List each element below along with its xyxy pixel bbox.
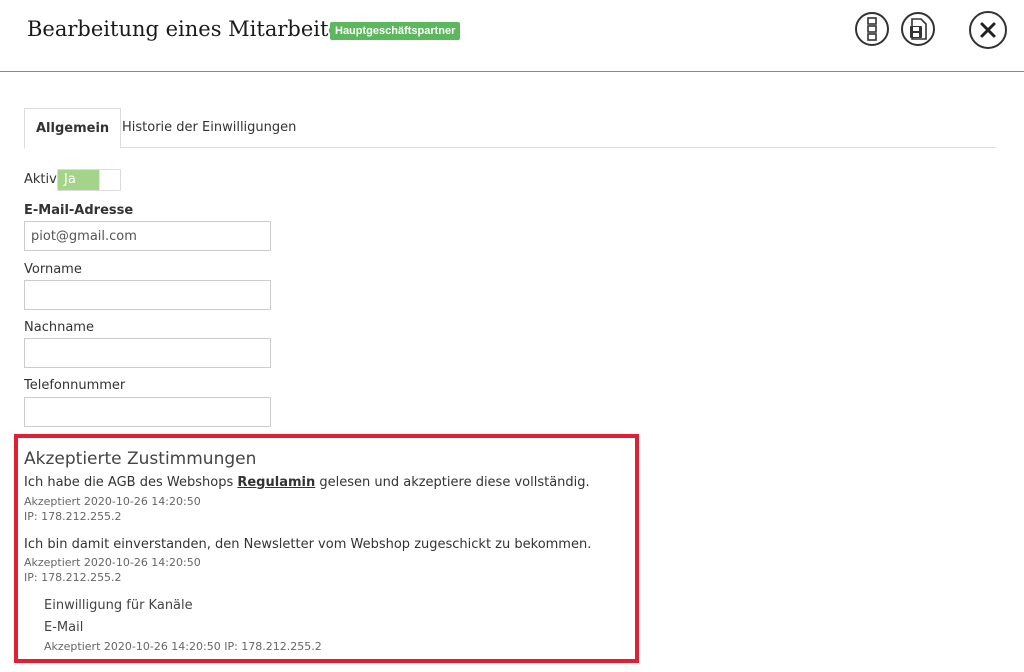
consent-terms-ip: IP: 178.212.255.2: [24, 510, 122, 523]
lastname-label: Nachname: [24, 320, 94, 335]
save-button[interactable]: [901, 12, 935, 46]
email-field[interactable]: [24, 221, 271, 251]
consent-terms-text-before: Ich habe die AGB des Webshops: [24, 475, 238, 490]
page-title: Bearbeitung eines Mitarbeiters: [27, 17, 362, 41]
firstname-label: Vorname: [24, 262, 82, 277]
consent-newsletter-accepted: Akzeptiert 2020-10-26 14:20:50: [24, 556, 201, 569]
phone-label: Telefonnummer: [24, 378, 126, 393]
save-icon: [910, 18, 927, 40]
status-badge: Hauptgeschäftspartner: [330, 22, 461, 40]
close-button[interactable]: [969, 11, 1007, 49]
channel-email: E-Mail: [44, 620, 84, 635]
consent-newsletter-text: Ich bin damit einverstanden, den Newslet…: [24, 537, 592, 552]
tab-bar: Allgemein Historie der Einwilligungen: [24, 108, 996, 149]
toggle-knob: [99, 170, 120, 190]
terms-link[interactable]: Regulamin: [237, 475, 315, 490]
consent-terms-text: Ich habe die AGB des Webshops Regulamin …: [24, 475, 590, 490]
consent-terms-text-after: gelesen und akzeptiere diese vollständig…: [315, 475, 590, 490]
phone-field[interactable]: [24, 397, 271, 427]
active-label: Aktiv: [24, 172, 57, 187]
tab-consent-history[interactable]: Historie der Einwilligungen: [111, 108, 307, 148]
close-icon: [980, 22, 996, 38]
channels-title: Einwilligung für Kanäle: [44, 598, 193, 613]
consent-terms-accepted: Akzeptiert 2020-10-26 14:20:50: [24, 495, 201, 508]
menu-button[interactable]: [855, 12, 889, 46]
firstname-field[interactable]: [24, 280, 271, 310]
email-label: E-Mail-Adresse: [24, 203, 134, 218]
menu-icon: [867, 17, 877, 41]
lastname-field[interactable]: [24, 338, 271, 368]
tab-allgemein[interactable]: Allgemein: [24, 108, 122, 149]
consent-newsletter-ip: IP: 178.212.255.2: [24, 571, 122, 584]
modal-header: Bearbeitung eines Mitarbeiters Hauptgesc…: [0, 0, 1024, 72]
active-toggle[interactable]: Ja: [57, 169, 121, 191]
channel-email-meta: Akzeptiert 2020-10-26 14:20:50 IP: 178.2…: [44, 640, 322, 653]
active-toggle-value: Ja: [58, 170, 100, 190]
consents-title: Akzeptierte Zustimmungen: [24, 449, 257, 469]
